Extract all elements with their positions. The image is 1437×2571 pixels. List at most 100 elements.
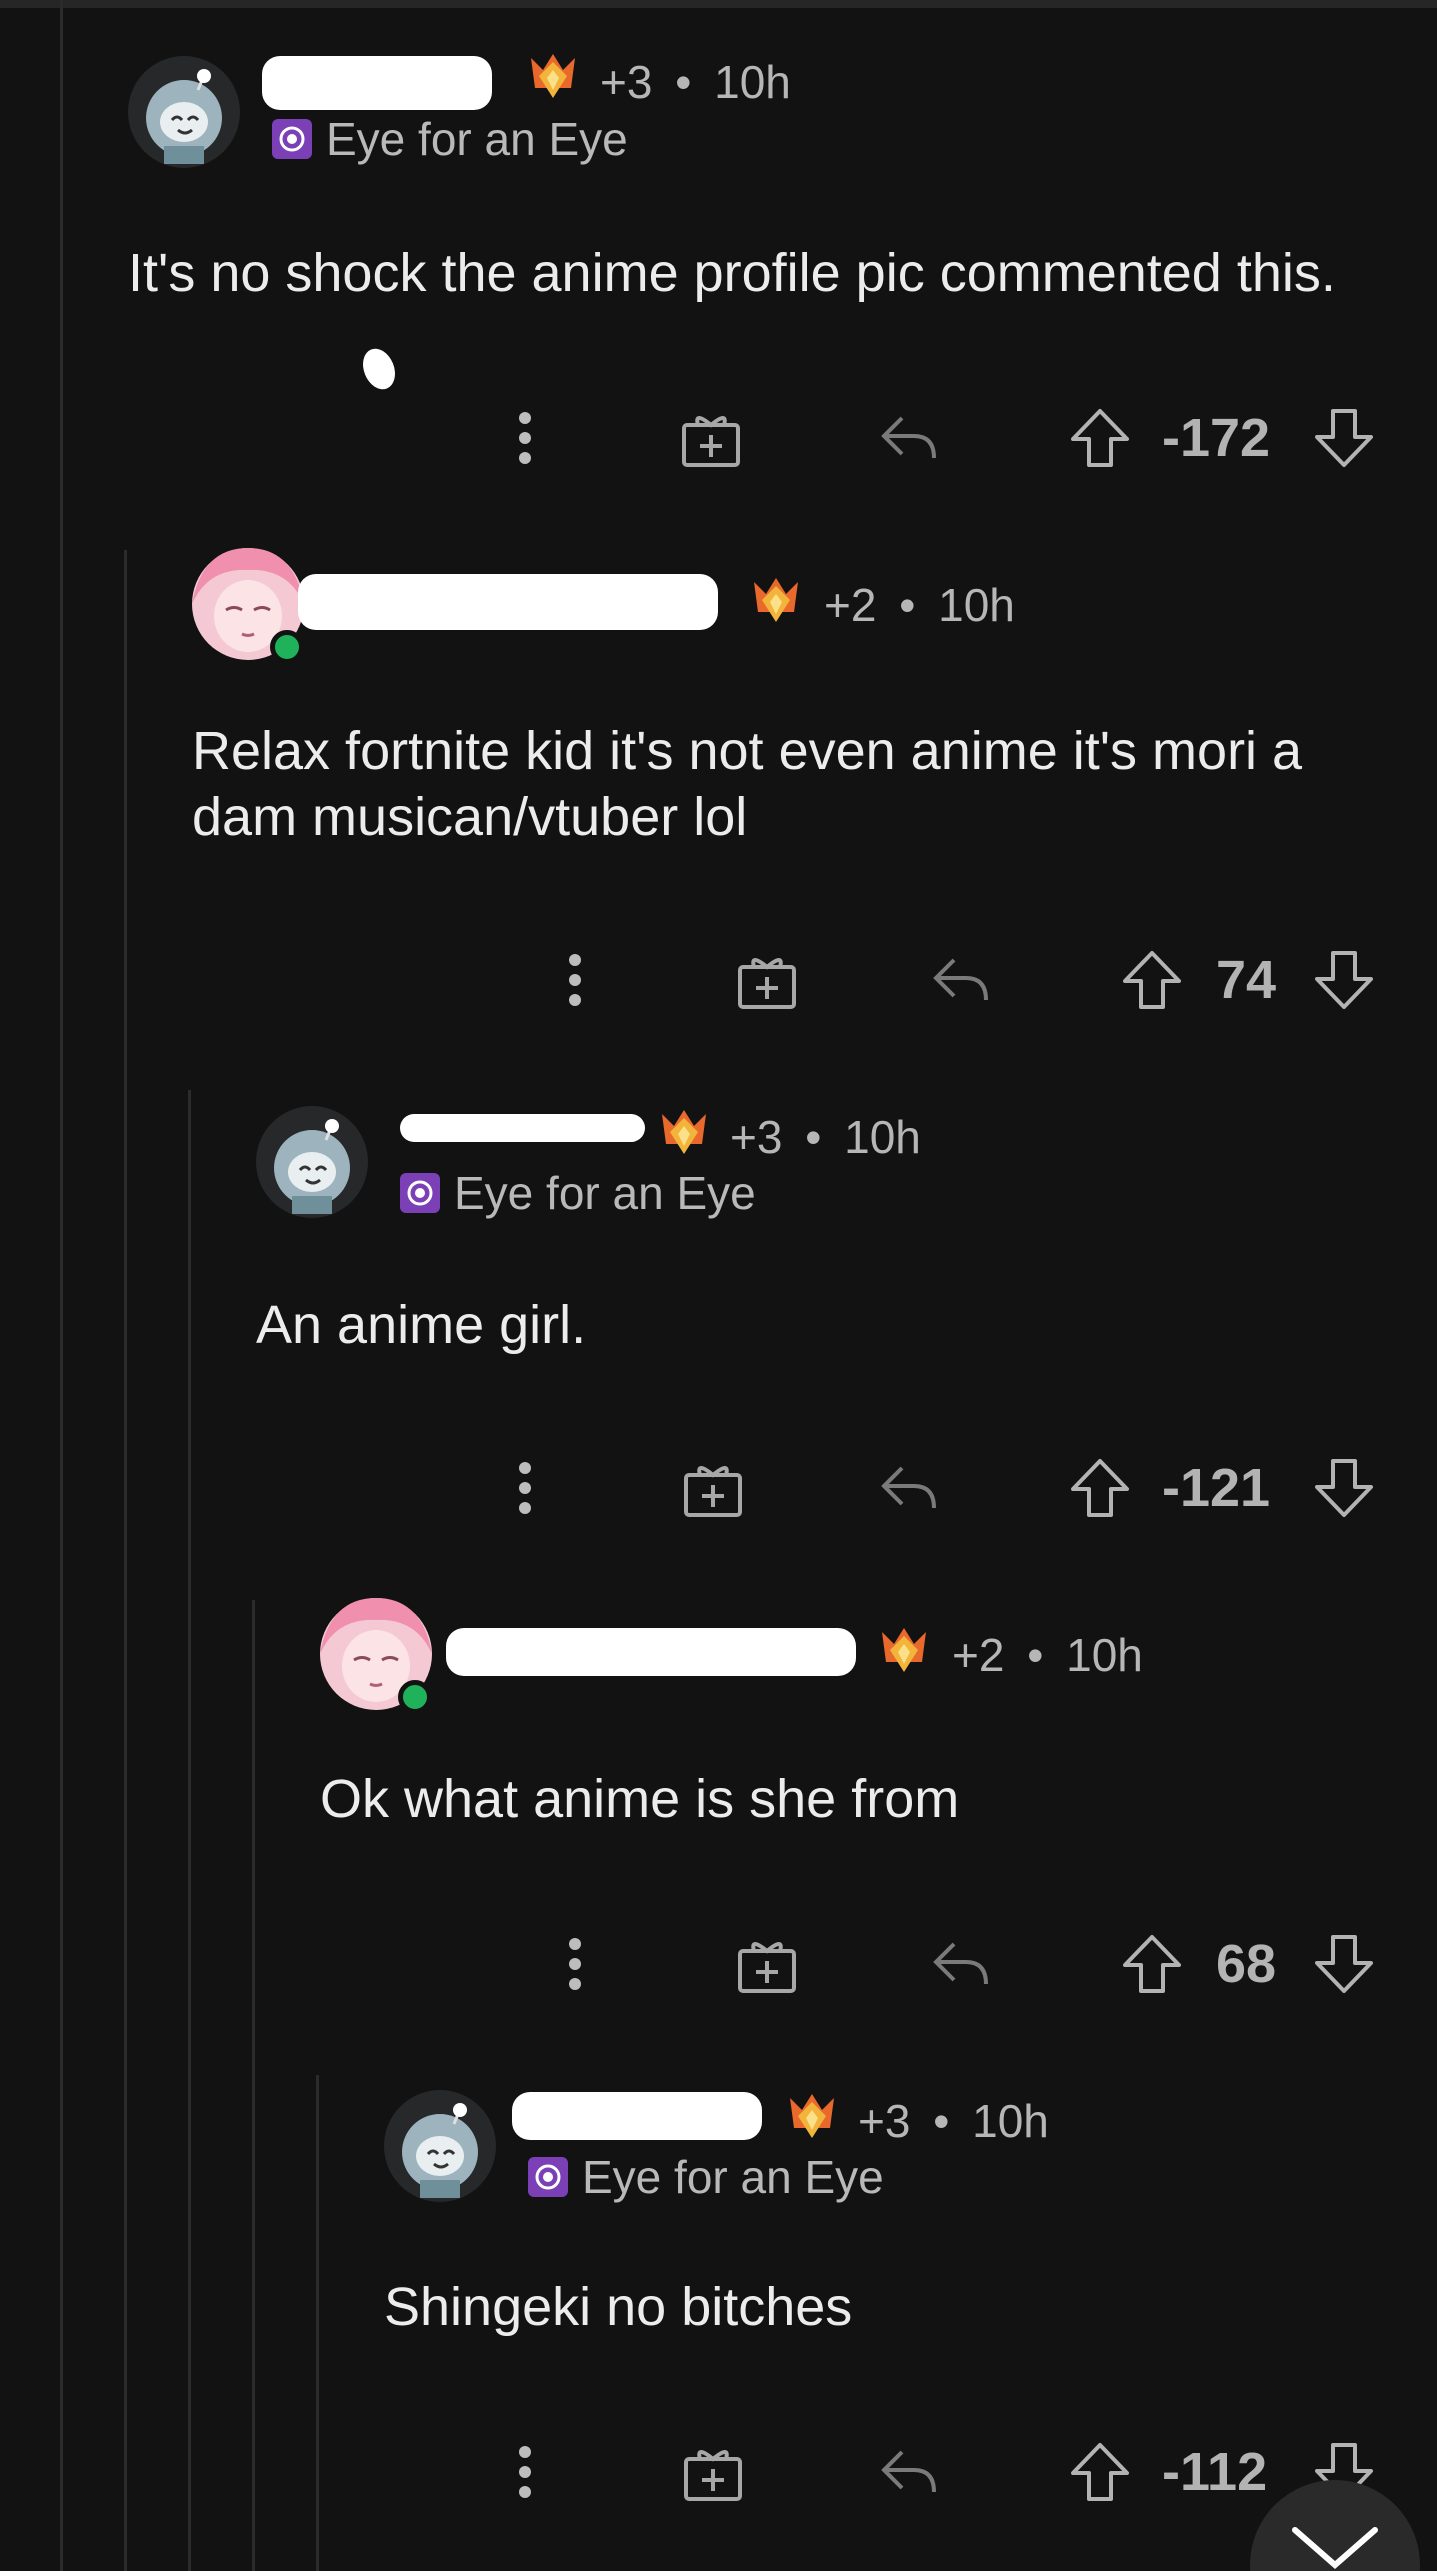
flair-label: Eye for an Eye bbox=[326, 113, 628, 165]
flair-label: Eye for an Eye bbox=[582, 2151, 884, 2203]
username-redacted[interactable] bbox=[400, 1114, 645, 1142]
avatar[interactable] bbox=[192, 548, 304, 664]
upvote-arrow-icon bbox=[1071, 1459, 1129, 1517]
comment-actions: -121 bbox=[0, 1448, 1437, 1528]
award-count: +3 bbox=[858, 2095, 911, 2147]
comment-time: 10h bbox=[844, 1111, 921, 1163]
reply-icon bbox=[933, 958, 988, 1001]
downvote-button[interactable] bbox=[1312, 1924, 1376, 2004]
meta-separator: • bbox=[1027, 1629, 1044, 1681]
gift-icon bbox=[684, 2450, 742, 2501]
scroll-down-button[interactable] bbox=[1250, 2480, 1420, 2571]
thread-line[interactable] bbox=[124, 550, 127, 2571]
comment-body: It's no shock the anime profile pic comm… bbox=[128, 243, 1336, 303]
thread-line bbox=[60, 0, 63, 2571]
avatar[interactable] bbox=[128, 56, 240, 168]
award-meta: +3 • 10h bbox=[600, 55, 791, 109]
online-status-icon bbox=[270, 630, 304, 664]
meta-separator: • bbox=[899, 579, 916, 631]
upvote-button[interactable] bbox=[1120, 940, 1184, 1020]
comment-actions: -112 bbox=[0, 2432, 1437, 2512]
reply-icon bbox=[881, 2450, 936, 2493]
reply-button[interactable] bbox=[876, 398, 942, 478]
award-icon bbox=[790, 2094, 834, 2138]
username-redacted[interactable] bbox=[446, 1628, 856, 1676]
reply-button[interactable] bbox=[928, 1924, 994, 2004]
downvote-arrow-icon bbox=[1315, 951, 1373, 1009]
flair-eye-icon bbox=[400, 1173, 440, 1213]
award-count: +3 bbox=[730, 1111, 783, 1163]
more-options-button[interactable] bbox=[500, 2432, 550, 2512]
downvote-arrow-icon bbox=[1315, 1935, 1373, 1993]
give-award-button[interactable] bbox=[680, 2432, 746, 2512]
downvote-button[interactable] bbox=[1312, 398, 1376, 478]
flair-label: Eye for an Eye bbox=[454, 1167, 756, 1219]
thread-line[interactable] bbox=[188, 1090, 191, 2571]
comment-time: 10h bbox=[1066, 1629, 1143, 1681]
upvote-arrow-icon bbox=[1071, 2443, 1129, 2501]
username-redacted[interactable] bbox=[512, 2092, 762, 2140]
gift-icon bbox=[684, 1466, 742, 1517]
gift-icon bbox=[682, 416, 740, 467]
upvote-button[interactable] bbox=[1068, 1448, 1132, 1528]
upvote-button[interactable] bbox=[1068, 2432, 1132, 2512]
comment-time: 10h bbox=[972, 2095, 1049, 2147]
vote-score: -121 bbox=[1162, 1458, 1271, 1518]
vote-score: 68 bbox=[1216, 1934, 1277, 1994]
comment-body: Shingeki no bitches bbox=[384, 2277, 853, 2337]
comment-time: 10h bbox=[938, 579, 1015, 631]
downvote-button[interactable] bbox=[1312, 940, 1376, 1020]
give-award-button[interactable] bbox=[680, 398, 742, 478]
avatar[interactable] bbox=[320, 1598, 432, 1714]
reply-icon bbox=[881, 1466, 936, 1509]
username-redacted[interactable] bbox=[262, 56, 492, 110]
avatar[interactable] bbox=[256, 1106, 368, 1218]
upvote-button[interactable] bbox=[1068, 398, 1132, 478]
award-meta: +3 • 10h bbox=[858, 2094, 1049, 2148]
reply-icon bbox=[933, 1942, 988, 1985]
more-options-button[interactable] bbox=[550, 940, 600, 1020]
reply-button[interactable] bbox=[928, 940, 994, 1020]
give-award-button[interactable] bbox=[680, 1448, 746, 1528]
online-status-icon bbox=[398, 1680, 432, 1714]
downvote-arrow-icon bbox=[1315, 409, 1373, 467]
comment-thread: +3 • 10h Eye for an Eye It's no shock th… bbox=[0, 0, 1437, 2571]
upvote-arrow-icon bbox=[1123, 1935, 1181, 1993]
flair-eye-icon bbox=[272, 119, 312, 159]
more-options-button[interactable] bbox=[500, 398, 550, 478]
award-meta: +2 • 10h bbox=[952, 1628, 1143, 1682]
comment-actions: -172 bbox=[0, 398, 1437, 478]
white-mark bbox=[357, 343, 401, 395]
vote-score: 74 bbox=[1216, 950, 1277, 1010]
comment-time: 10h bbox=[714, 56, 791, 108]
give-award-button[interactable] bbox=[734, 940, 800, 1020]
reply-button[interactable] bbox=[876, 2432, 942, 2512]
reply-icon bbox=[881, 416, 936, 459]
more-options-button[interactable] bbox=[550, 1924, 600, 2004]
meta-separator: • bbox=[933, 2095, 950, 2147]
award-icon bbox=[882, 1628, 926, 1672]
gift-icon bbox=[738, 958, 796, 1009]
award-icon bbox=[662, 1110, 706, 1154]
username-redacted[interactable] bbox=[298, 574, 718, 630]
reply-button[interactable] bbox=[876, 1448, 942, 1528]
upvote-button[interactable] bbox=[1120, 1924, 1184, 2004]
upvote-arrow-icon bbox=[1123, 951, 1181, 1009]
more-options-button[interactable] bbox=[500, 1448, 550, 1528]
chevron-down-icon bbox=[1292, 2527, 1378, 2569]
award-icon bbox=[754, 578, 798, 622]
downvote-button[interactable] bbox=[1312, 1448, 1376, 1528]
give-award-button[interactable] bbox=[734, 1924, 800, 2004]
vote-score: -172 bbox=[1162, 408, 1271, 468]
flair-eye-icon bbox=[528, 2157, 568, 2197]
thread-line[interactable] bbox=[252, 1600, 255, 2571]
avatar[interactable] bbox=[384, 2090, 496, 2202]
user-flair: Eye for an Eye bbox=[272, 112, 628, 166]
user-flair: Eye for an Eye bbox=[528, 2150, 884, 2204]
meta-separator: • bbox=[805, 1111, 822, 1163]
meta-separator: • bbox=[675, 56, 692, 108]
top-divider bbox=[0, 0, 1437, 8]
comment-body: Relax fortnite kid it's not even anime i… bbox=[192, 721, 1303, 847]
award-meta: +2 • 10h bbox=[824, 578, 1015, 632]
comment-body: Ok what anime is she from bbox=[320, 1769, 960, 1829]
